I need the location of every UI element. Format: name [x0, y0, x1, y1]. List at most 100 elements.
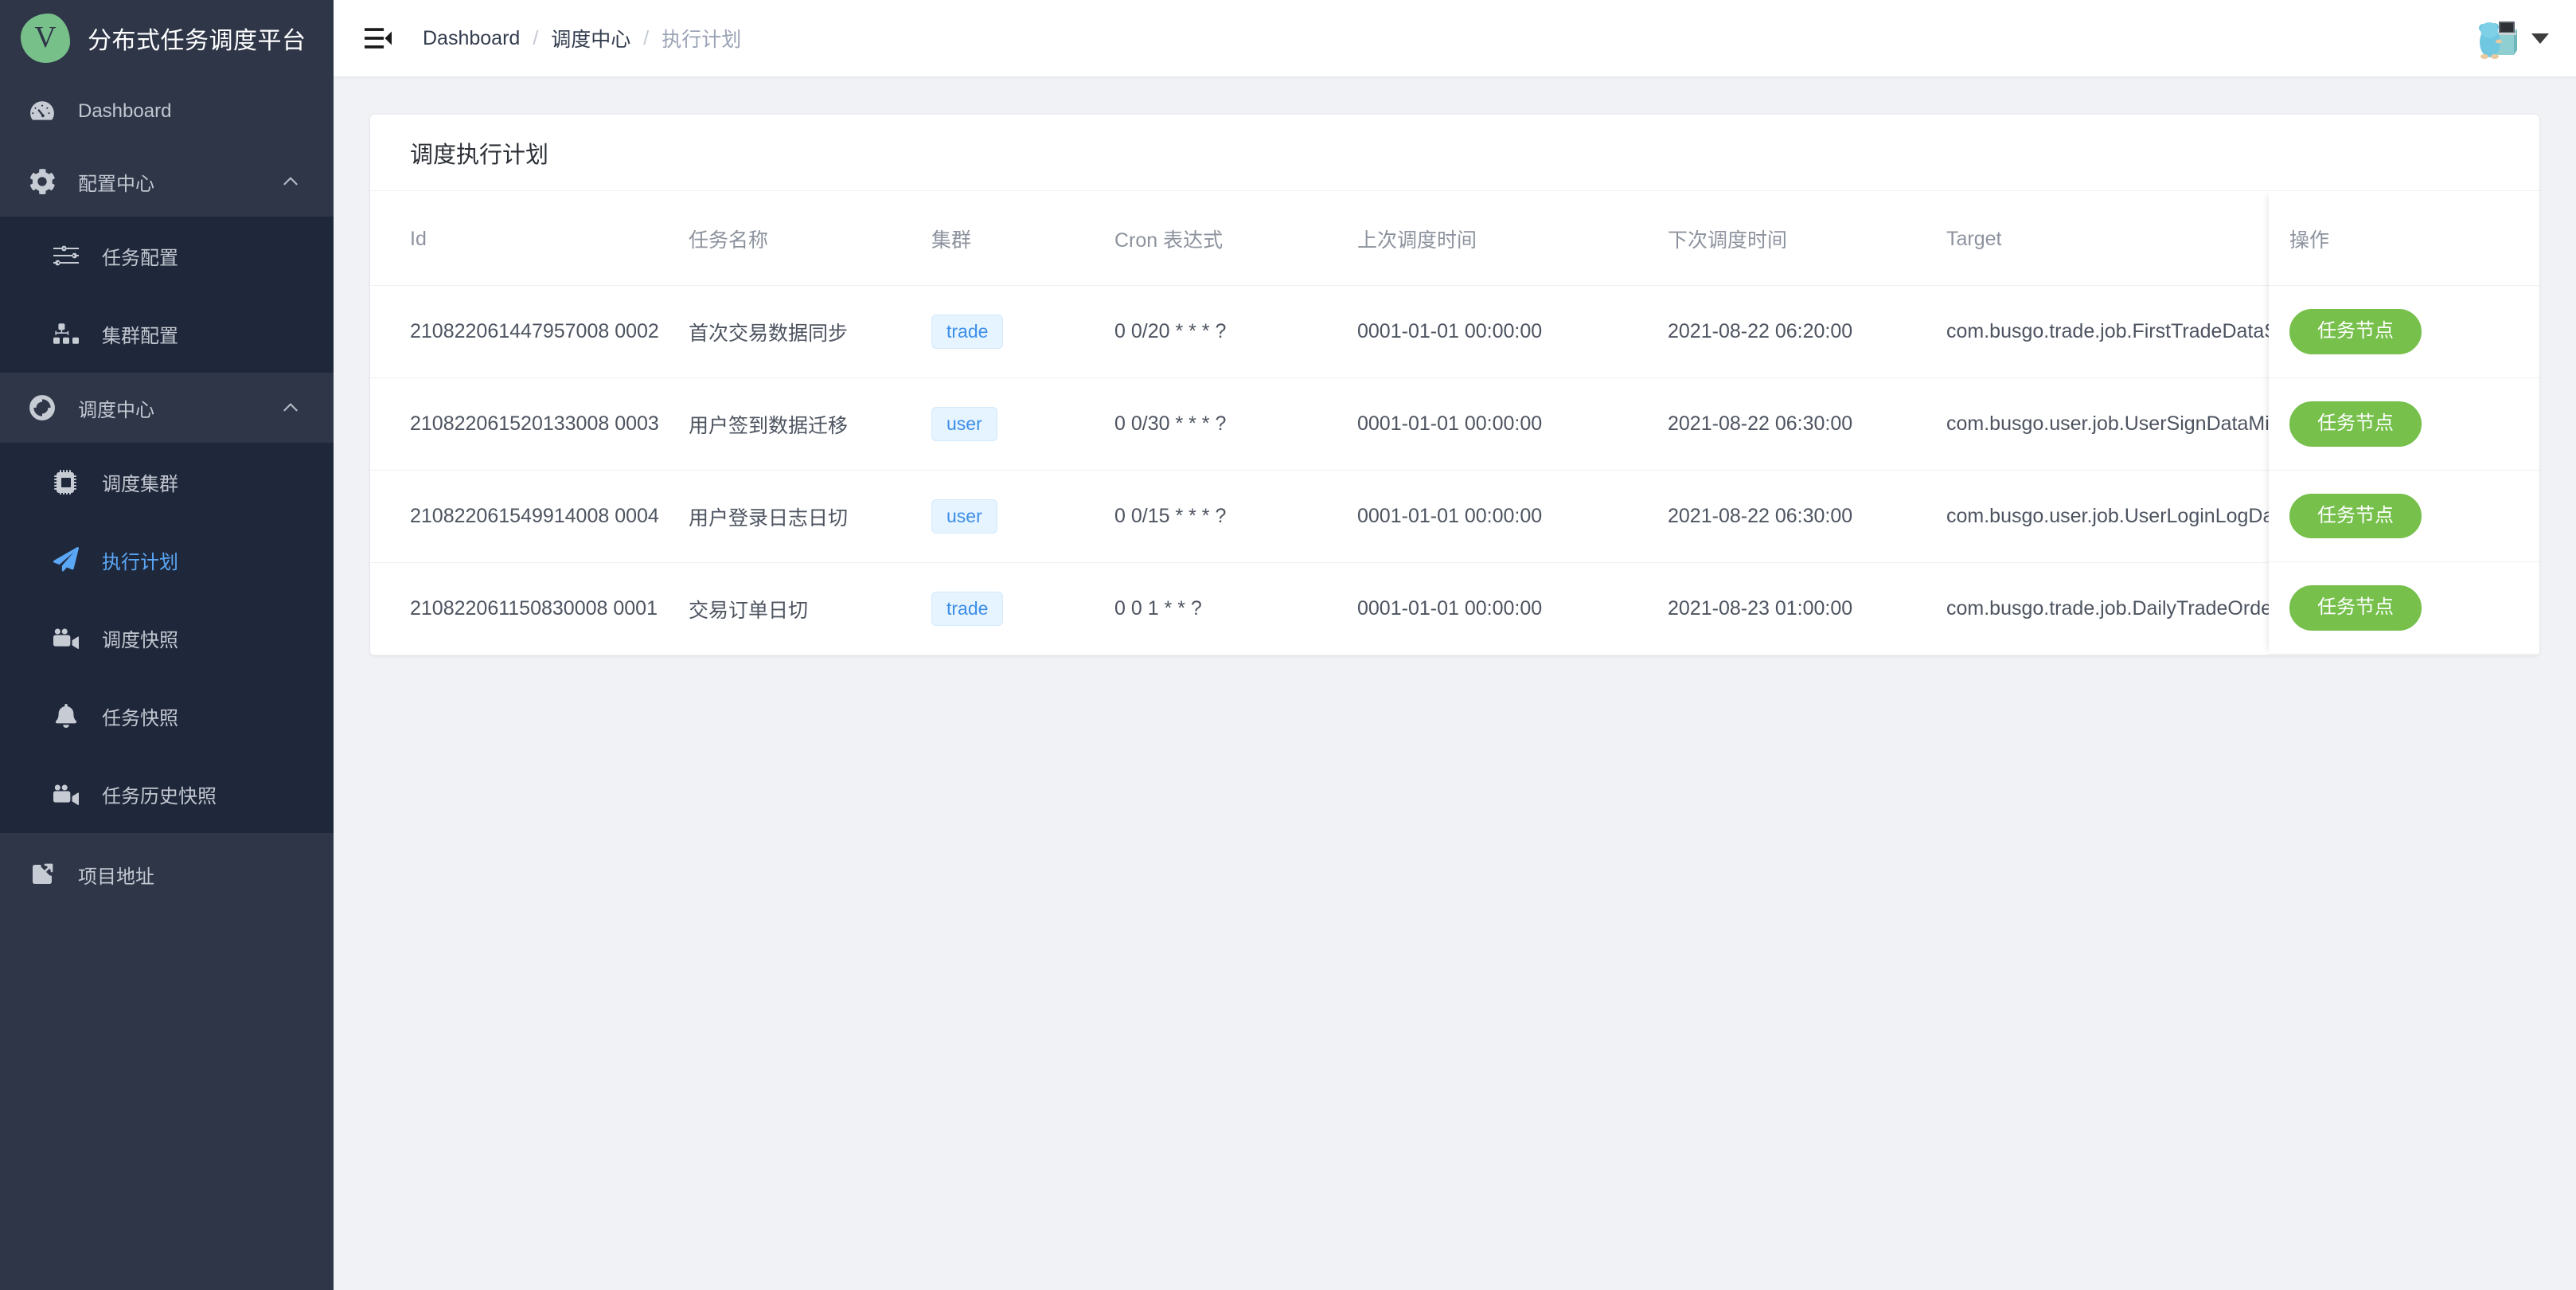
cell-cron: 0 0/30 * * * ?: [1114, 377, 1357, 471]
cell-cluster: user: [931, 470, 1114, 563]
logo-letter: V: [34, 21, 57, 54]
sidebar-item-schedule-cluster[interactable]: 调度集群: [0, 443, 334, 521]
cell-last-time: 0001-01-01 00:00:00: [1357, 377, 1668, 471]
sidebar-item-project-url[interactable]: 项目地址: [0, 839, 334, 909]
menu-fold-icon[interactable]: [361, 21, 396, 56]
external-link-icon: [27, 862, 57, 887]
card-header: 调度执行计划: [370, 115, 2539, 191]
breadcrumb-item-dashboard[interactable]: Dashboard: [423, 27, 520, 50]
sitemap-icon: [51, 321, 81, 346]
breadcrumb-separator: /: [533, 26, 539, 49]
column-header-cron[interactable]: Cron 表达式: [1114, 191, 1357, 286]
chevron-up-icon[interactable]: [275, 397, 306, 418]
action-row: 任务节点: [2269, 561, 2539, 655]
execution-plan-table: Id 任务名称 集群 Cron 表达式 上次调度时间 下次调度时间 Target…: [370, 191, 2539, 655]
cell-next-time: 2021-08-22 06:20:00: [1668, 285, 1946, 378]
cell-last-time: 0001-01-01 00:00:00: [1357, 470, 1668, 563]
dashboard-icon: [27, 98, 57, 125]
column-header-task-name[interactable]: 任务名称: [689, 191, 931, 286]
breadcrumb-item-schedule-center[interactable]: 调度中心: [551, 24, 630, 53]
cell-target: com.busgo.user.job.UserSignDataMigrateJo…: [1946, 377, 2269, 471]
sidebar-item-schedule-snapshot[interactable]: 调度快照: [0, 599, 334, 677]
cell-id: 210822061520133008 0003: [370, 377, 689, 471]
chevron-up-icon[interactable]: [275, 171, 306, 192]
task-node-button[interactable]: 任务节点: [2289, 309, 2422, 354]
cell-task-name: 用户签到数据迁移: [689, 377, 931, 471]
submenu-schedule-center: 调度集群 执行计划 调度快照 任务快照 任务历史快照: [0, 443, 334, 833]
sidebar-item-label: 项目地址: [78, 866, 154, 888]
submenu-config-center: 任务配置 集群配置: [0, 217, 334, 373]
main-area: Dashboard / 调度中心 / 执行计划 调度执行计划 Id 任务名称 集…: [334, 0, 2576, 1290]
table-wrapper: Id 任务名称 集群 Cron 表达式 上次调度时间 下次调度时间 Target…: [370, 191, 2539, 655]
column-header-last-time[interactable]: 上次调度时间: [1357, 191, 1668, 286]
cell-task-name: 首次交易数据同步: [689, 285, 931, 378]
task-node-button[interactable]: 任务节点: [2289, 585, 2422, 631]
column-header-id[interactable]: Id: [370, 191, 689, 286]
cell-next-time: 2021-08-22 06:30:00: [1668, 470, 1946, 563]
sidebar-item-execution-plan[interactable]: 执行计划: [0, 521, 334, 599]
sidebar-item-label: 任务快照: [102, 707, 178, 729]
cell-task-name: 用户登录日志日切: [689, 470, 931, 563]
donut-icon: [27, 394, 57, 421]
cluster-tag: trade: [931, 315, 1004, 349]
column-header-target[interactable]: Target: [1946, 191, 2269, 286]
task-node-button[interactable]: 任务节点: [2289, 493, 2422, 539]
column-header-cluster[interactable]: 集群: [931, 191, 1114, 286]
cell-last-time: 0001-01-01 00:00:00: [1357, 285, 1668, 378]
chevron-down-icon[interactable]: [2531, 33, 2549, 44]
cell-id: 210822061447957008 0002: [370, 285, 689, 378]
microchip-icon: [51, 469, 81, 494]
column-header-next-time[interactable]: 下次调度时间: [1668, 191, 1946, 286]
video-camera-icon: [51, 781, 81, 807]
breadcrumb-separator: /: [643, 26, 650, 49]
topbar-right: [2473, 15, 2549, 61]
table-row[interactable]: 210822061520133008 0003 用户签到数据迁移 user 0 …: [370, 377, 2539, 471]
fixed-action-column: 操作 任务节点 任务节点 任务节点 任务节点: [2269, 191, 2539, 655]
action-row: 任务节点: [2269, 470, 2539, 563]
topbar: Dashboard / 调度中心 / 执行计划: [334, 0, 2576, 76]
action-row: 任务节点: [2269, 377, 2539, 471]
sidebar-item-label: 任务历史快照: [102, 785, 217, 807]
sidebar-item-task-snapshot[interactable]: 任务快照: [0, 677, 334, 755]
cell-last-time: 0001-01-01 00:00:00: [1357, 562, 1668, 655]
paper-plane-icon: [51, 547, 81, 573]
sidebar-group-config-center[interactable]: 配置中心: [0, 147, 334, 217]
breadcrumb: Dashboard / 调度中心 / 执行计划: [423, 24, 741, 53]
sidebar-item-label: Dashboard: [78, 100, 172, 122]
schedule-plan-card: 调度执行计划 Id 任务名称 集群 Cron 表达式 上次调度时间 下次调度时间…: [370, 115, 2539, 655]
sidebar-item-label: 调度集群: [102, 473, 178, 495]
sliders-icon: [51, 243, 81, 268]
cell-target: com.busgo.trade.job.DailyTradeOrderJob: [1946, 562, 2269, 655]
breadcrumb-item-execution-plan: 执行计划: [662, 29, 742, 51]
brand[interactable]: V 分布式任务调度平台: [0, 0, 334, 76]
sidebar-menu: Dashboard 配置中心 任务配置 集群配置 调度中心 调度集群 执行计划 …: [0, 76, 334, 1290]
page-title: 调度执行计划: [410, 142, 549, 168]
table-row[interactable]: 210822061549914008 0004 用户登录日志日切 user 0 …: [370, 470, 2539, 563]
sidebar-item-label: 调度快照: [102, 629, 178, 651]
sidebar-item-dashboard[interactable]: Dashboard: [0, 76, 334, 147]
sidebar-group-schedule-center[interactable]: 调度中心: [0, 373, 334, 443]
column-header-action-fixed[interactable]: 操作: [2269, 191, 2539, 286]
sidebar: V 分布式任务调度平台 Dashboard 配置中心 任务配置 集群配置 调度中…: [0, 0, 334, 1290]
action-row: 任务节点: [2269, 285, 2539, 378]
cluster-tag: trade: [931, 592, 1004, 626]
sidebar-item-label: 配置中心: [78, 173, 154, 195]
table-head: Id 任务名称 集群 Cron 表达式 上次调度时间 下次调度时间 Target…: [370, 191, 2539, 286]
sidebar-item-task-history-snapshot[interactable]: 任务历史快照: [0, 755, 334, 833]
cell-id: 210822061549914008 0004: [370, 470, 689, 563]
sidebar-item-task-config[interactable]: 任务配置: [0, 217, 334, 295]
sidebar-item-label: 调度中心: [78, 399, 154, 421]
cell-target: com.busgo.user.job.UserLoginLogDailyJob: [1946, 470, 2269, 563]
sidebar-item-label: 集群配置: [102, 325, 178, 347]
cell-target: com.busgo.trade.job.FirstTradeDataSyncJo…: [1946, 285, 2269, 378]
cell-id: 210822061150830008 0001: [370, 562, 689, 655]
avatar[interactable]: [2473, 15, 2519, 61]
cell-cron: 0 0/20 * * * ?: [1114, 285, 1357, 378]
table-row[interactable]: 210822061447957008 0002 首次交易数据同步 trade 0…: [370, 285, 2539, 378]
app-logo-icon: V: [21, 14, 70, 63]
task-node-button[interactable]: 任务节点: [2289, 401, 2422, 447]
sidebar-item-cluster-config[interactable]: 集群配置: [0, 295, 334, 373]
brand-title: 分布式任务调度平台: [88, 28, 306, 54]
cell-cron: 0 0/15 * * * ?: [1114, 470, 1357, 563]
table-row[interactable]: 210822061150830008 0001 交易订单日切 trade 0 0…: [370, 562, 2539, 655]
